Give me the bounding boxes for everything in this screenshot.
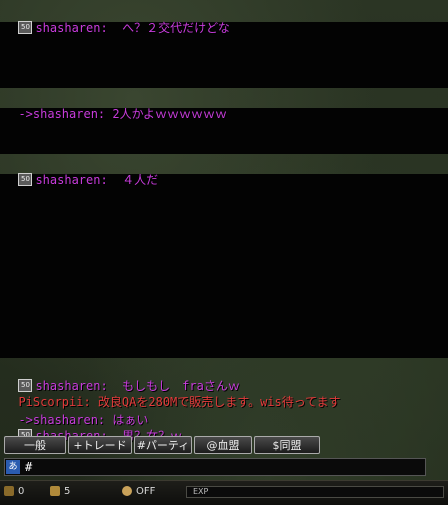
tab-party[interactable]: #パーティ [134, 436, 192, 454]
weight-icon [50, 486, 60, 496]
chat-channel-tabs: 一般 +トレード #パーティ @血盟 $同盟 [0, 436, 448, 456]
tab-alliance[interactable]: $同盟 [254, 436, 320, 454]
character-icon [122, 486, 132, 496]
chat-input[interactable]: あ # [4, 458, 426, 476]
lantern-icon [4, 486, 14, 496]
status-item-2: 5 [50, 485, 70, 499]
level-badge-icon: 50 [18, 21, 33, 34]
chat-line: 50shasharen: 男？女？ｗ [4, 412, 182, 443]
tab-clan[interactable]: @血盟 [194, 436, 252, 454]
chat-text: ４人だ [107, 173, 159, 187]
status-value-2: 5 [64, 486, 71, 497]
tab-trade[interactable]: +トレード [68, 436, 132, 454]
status-toggle[interactable]: OFF [122, 485, 155, 499]
exp-label: EXP [193, 487, 209, 496]
chat-text: 2人かよｗｗｗｗｗｗ [105, 107, 228, 121]
status-item-1: 0 [4, 485, 24, 499]
chat-line: 50 shasharen: ４人だ [4, 156, 158, 187]
chat-speaker: ->shasharen: [18, 107, 106, 121]
chat-speaker: shasharen: [35, 173, 108, 187]
exp-bar: EXP [186, 486, 444, 498]
ime-mode-icon[interactable]: あ [6, 460, 20, 474]
status-bar: 0 5 OFF EXP [0, 480, 448, 505]
level-badge-icon: 50 [18, 173, 33, 186]
chat-line: 50 shasharen: もしもし fraさんｗ [4, 362, 240, 393]
tab-general[interactable]: 一般 [4, 436, 66, 454]
image-overlay-3 [0, 174, 448, 358]
chat-text: へ？２交代だけどな [107, 21, 230, 35]
chat-speaker: shasharen: [35, 21, 108, 35]
status-value-1: 0 [18, 486, 25, 497]
status-toggle-label: OFF [136, 486, 156, 497]
chat-line: 50 shasharen: へ？２交代だけどな [4, 4, 230, 35]
chat-line: PiScorpii: 改良QAを280Mで販売します。wis待ってます [4, 378, 340, 409]
chat-input-text: # [25, 460, 33, 474]
chat-line: ->shasharen: はぁい [4, 396, 148, 427]
chat-line: ->shasharen: 2人かよｗｗｗｗｗｗ [4, 90, 227, 121]
